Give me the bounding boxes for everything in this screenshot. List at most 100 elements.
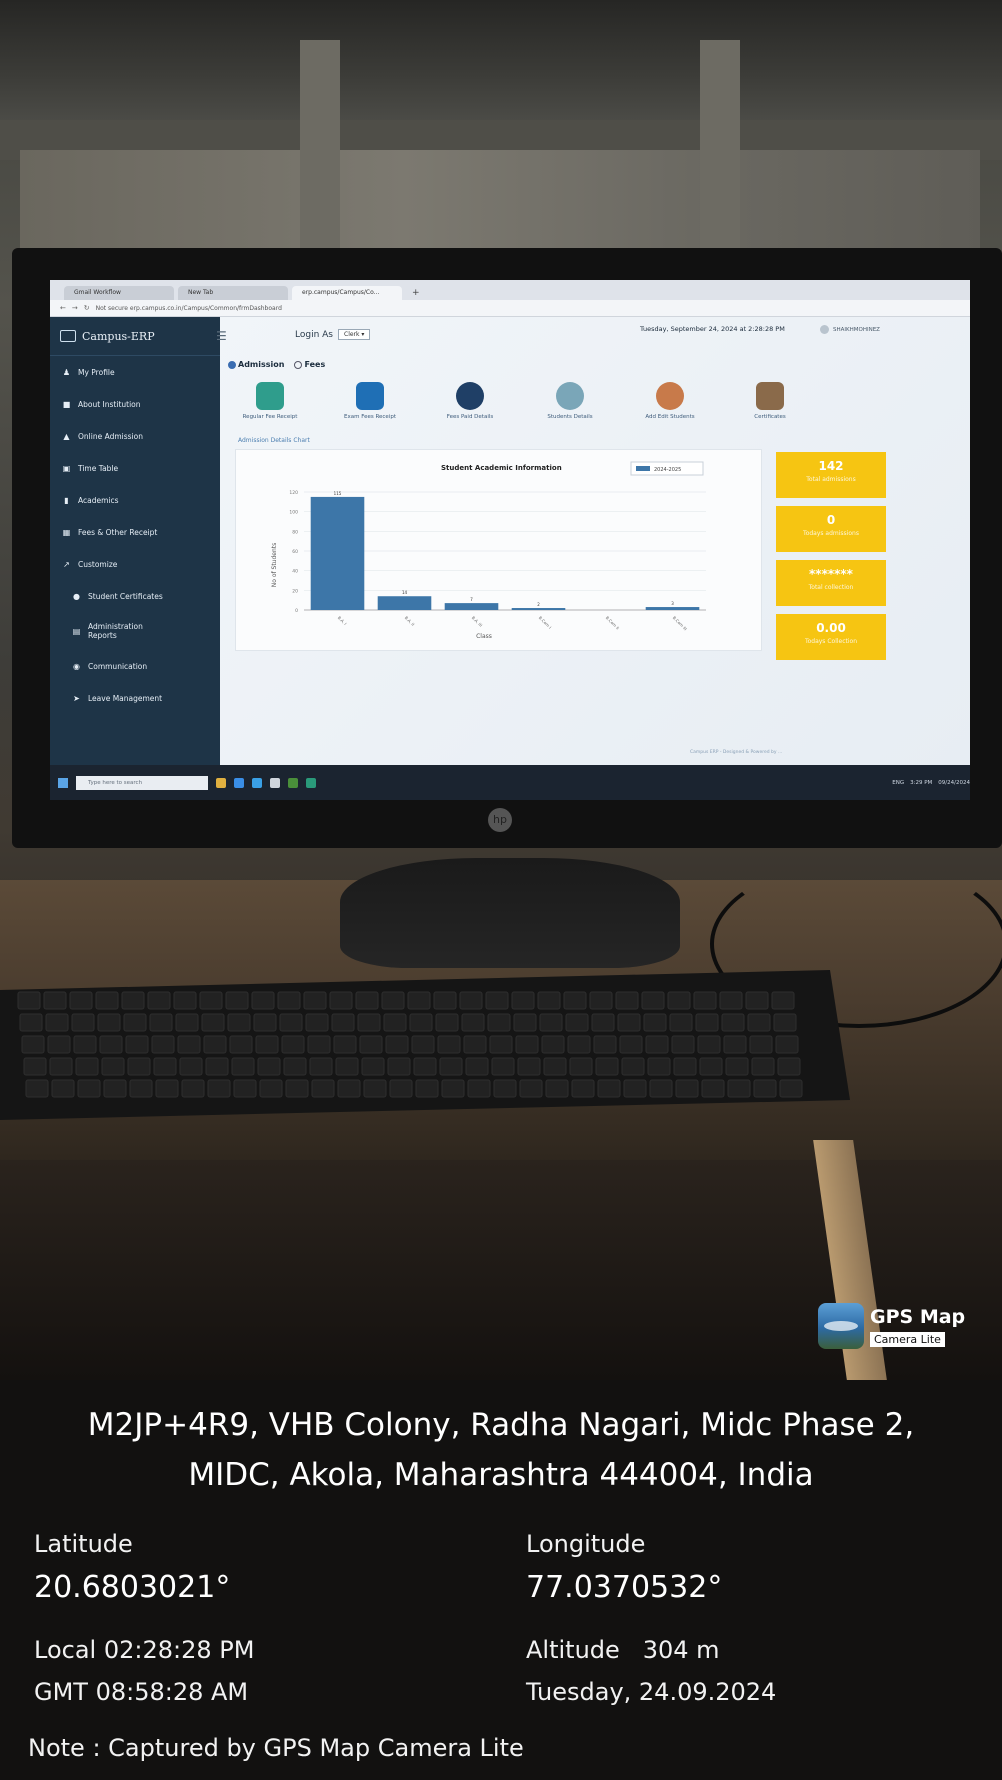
browser-tab-strip: Gmail Workflow New Tab erp.campus/Campus… bbox=[50, 280, 970, 300]
keyboard-key bbox=[675, 1079, 699, 1098]
bar[interactable] bbox=[310, 496, 365, 610]
keyboard-key bbox=[175, 1013, 199, 1032]
keyboard-key bbox=[49, 1057, 73, 1076]
sidebar-item-about-institution[interactable]: ■ About Institution bbox=[50, 388, 220, 420]
keyboard-key bbox=[463, 1035, 487, 1054]
keyboard-key bbox=[541, 1035, 565, 1054]
tray-date[interactable]: 09/24/2024 bbox=[938, 780, 970, 786]
keyboard-key bbox=[465, 1057, 489, 1076]
back-icon[interactable]: ← bbox=[60, 304, 66, 312]
address-text[interactable]: Not secure erp.campus.co.in/Campus/Commo… bbox=[96, 305, 282, 312]
new-tab-button[interactable]: + bbox=[406, 286, 426, 300]
admission-details-chart-link[interactable]: Admission Details Chart bbox=[238, 437, 310, 444]
sidebar-item-customize[interactable]: ↗ Customize bbox=[50, 548, 220, 580]
forward-icon[interactable]: → bbox=[72, 304, 78, 312]
keyboard-key bbox=[745, 991, 769, 1010]
x-tick-label: B.Com II bbox=[605, 615, 620, 630]
keyboard-key bbox=[407, 991, 431, 1010]
radio-label: Fees bbox=[304, 360, 326, 369]
stat-todays-admissions[interactable]: 0 Todays admissions bbox=[776, 506, 886, 552]
quick-link-students-details[interactable]: Students Details bbox=[520, 382, 620, 420]
keyboard-key bbox=[433, 991, 457, 1010]
keyboard-key bbox=[439, 1057, 463, 1076]
tray-lang[interactable]: ENG bbox=[892, 780, 904, 786]
app-icon[interactable] bbox=[288, 777, 298, 788]
quick-link-regular-fee-receipt[interactable]: Regular Fee Receipt bbox=[220, 382, 320, 420]
sidebar-item-my-profile[interactable]: ♟ My Profile bbox=[50, 356, 220, 388]
keyboard-key bbox=[17, 991, 41, 1010]
keyboard-key bbox=[95, 991, 119, 1010]
keyboard-key bbox=[437, 1035, 461, 1054]
stat-todays-collection[interactable]: 0.00 Todays Collection bbox=[776, 614, 886, 660]
stat-total-admissions[interactable]: 142 Total admissions bbox=[776, 452, 886, 498]
keyboard-key bbox=[259, 1079, 283, 1098]
stat-total-collection[interactable]: ******* Total collection bbox=[776, 560, 886, 606]
browser-tab[interactable]: Gmail Workflow bbox=[64, 286, 174, 300]
database-icon bbox=[456, 382, 484, 410]
bar[interactable] bbox=[511, 608, 566, 610]
sidebar-item-online-admission[interactable]: ▲ Online Admission bbox=[50, 420, 220, 452]
brand[interactable]: Campus-ERP bbox=[50, 317, 220, 356]
radio-fees[interactable]: Fees bbox=[294, 360, 325, 369]
menu-icon[interactable]: ☰ bbox=[216, 329, 227, 343]
address-bar[interactable]: ← → ↻ Not secure erp.campus.co.in/Campus… bbox=[50, 300, 970, 317]
radio-dot-icon bbox=[228, 360, 236, 369]
keyboard-key bbox=[231, 1057, 255, 1076]
stat-value: ******* bbox=[809, 567, 853, 581]
keyboard-key bbox=[441, 1079, 465, 1098]
keyboard-key bbox=[727, 1079, 751, 1098]
keyboard-key bbox=[411, 1035, 435, 1054]
sidebar-item-student-certificates[interactable]: ● Student Certificates bbox=[50, 580, 220, 612]
user-menu[interactable]: SHAIKHMOHINEZ bbox=[820, 325, 880, 334]
gps-map-camera-logo-icon bbox=[818, 1303, 864, 1349]
bar[interactable] bbox=[377, 596, 432, 610]
windows-start-icon[interactable] bbox=[58, 777, 68, 788]
keyboard-key bbox=[777, 1057, 801, 1076]
keyboard-key bbox=[147, 991, 171, 1010]
tray-time[interactable]: 3:29 PM bbox=[910, 780, 932, 786]
x-tick-label: B.A. II bbox=[404, 615, 416, 627]
main-content: ☰ Login As Clerk ▾ Tuesday, September 24… bbox=[216, 317, 970, 765]
mail-icon[interactable] bbox=[270, 777, 280, 788]
bar[interactable] bbox=[444, 603, 499, 610]
quick-link-exam-fees-receipt[interactable]: Exam Fees Receipt bbox=[320, 382, 420, 420]
keyboard-key bbox=[277, 991, 301, 1010]
sidebar-item-academics[interactable]: ▮ Academics bbox=[50, 484, 220, 516]
keyboard-key bbox=[515, 1035, 539, 1054]
sidebar-item-fees-receipt[interactable]: ▦ Fees & Other Receipt bbox=[50, 516, 220, 548]
store-icon[interactable] bbox=[252, 777, 262, 788]
stat-label: Todays Collection bbox=[804, 638, 858, 645]
keyboard-key bbox=[747, 1013, 771, 1032]
keyboard-key bbox=[701, 1079, 725, 1098]
sidebar-item-communication[interactable]: ◉ Communication bbox=[50, 650, 220, 682]
chrome-icon[interactable] bbox=[306, 777, 316, 788]
sidebar-item-time-table[interactable]: ▣ Time Table bbox=[50, 452, 220, 484]
keyboard-key bbox=[695, 1013, 719, 1032]
login-as-select[interactable]: Clerk ▾ bbox=[338, 329, 371, 340]
folder-icon[interactable] bbox=[216, 777, 226, 788]
quick-link-certificates[interactable]: Certificates bbox=[720, 382, 820, 420]
y-tick-label: 100 bbox=[289, 510, 298, 516]
bar[interactable] bbox=[645, 607, 700, 610]
browser-tab[interactable]: New Tab bbox=[178, 286, 288, 300]
keyboard-key bbox=[253, 1013, 277, 1032]
keyboard-key bbox=[99, 1035, 123, 1054]
chart-card: Student Academic Information 2024-2025 N… bbox=[235, 449, 762, 651]
keyboard-key bbox=[569, 1057, 593, 1076]
reload-icon[interactable]: ↻ bbox=[84, 304, 90, 312]
radio-admission[interactable]: Admission bbox=[228, 360, 284, 369]
browser-tab-active[interactable]: erp.campus/Campus/Co... bbox=[292, 286, 402, 300]
edge-icon[interactable] bbox=[234, 777, 244, 788]
quick-link-fees-paid-details[interactable]: Fees Paid Details bbox=[420, 382, 520, 420]
keyboard-key bbox=[721, 1013, 745, 1032]
chat-icon: ◉ bbox=[73, 661, 80, 671]
login-as-value: Clerk bbox=[344, 331, 360, 338]
avatar bbox=[820, 325, 829, 334]
sidebar-item-leave-management[interactable]: ➤ Leave Management bbox=[50, 682, 220, 714]
keyboard-key bbox=[305, 1013, 329, 1032]
keyboard-key bbox=[571, 1079, 595, 1098]
sidebar-item-administration-reports[interactable]: ▤ Administration Reports bbox=[50, 612, 220, 650]
quick-link-add-edit-students[interactable]: Add Edit Students bbox=[620, 382, 720, 420]
bar-data-label: 2 bbox=[537, 602, 540, 607]
taskbar-search[interactable]: Type here to search bbox=[76, 775, 208, 790]
